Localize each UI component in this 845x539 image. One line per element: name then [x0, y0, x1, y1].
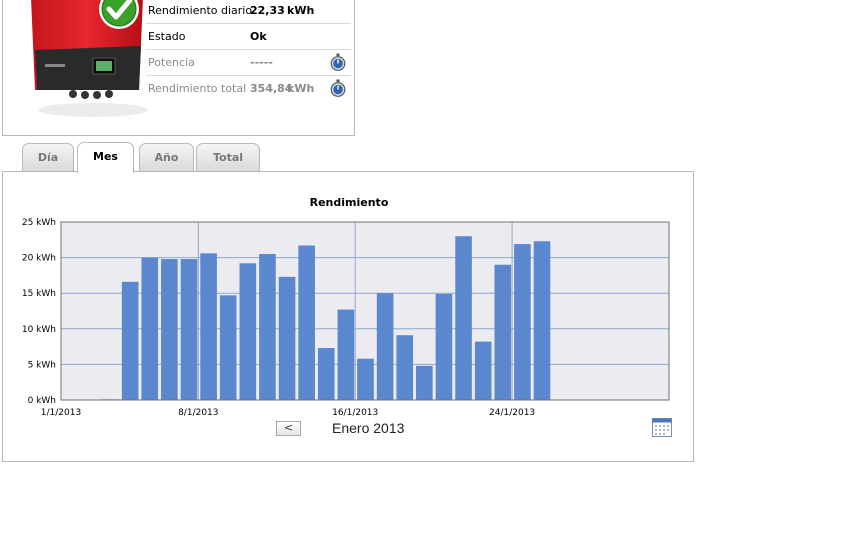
x-tick-label: 24/1/2013 [489, 408, 535, 418]
y-tick-label: 0 kWh [28, 396, 56, 406]
bar-day-17 [376, 293, 394, 400]
bar-day-13 [298, 245, 315, 400]
device-panel: Rendimiento diario 22,33 kWh Estado Ok P… [2, 0, 355, 136]
stat-label: Estado [148, 30, 186, 43]
bar-day-12 [278, 276, 296, 400]
y-tick-label: 10 kWh [22, 325, 56, 335]
tab-dia[interactable]: Día [22, 143, 74, 171]
bar-day-22 [474, 341, 492, 400]
bar-day-23 [494, 264, 512, 400]
stat-row-potencia: Potencia ----- [146, 50, 351, 76]
bar-day-14 [317, 348, 335, 400]
bar-day-21 [455, 236, 472, 400]
stat-unit: kWh [287, 82, 315, 95]
stat-label: Potencia [148, 56, 195, 69]
tab-mes[interactable]: Mes [77, 142, 134, 173]
stat-label: Rendimiento diario [148, 4, 253, 17]
y-tick-label: 5 kWh [28, 360, 56, 370]
bar-day-18 [396, 335, 414, 400]
stat-row-estado: Estado Ok [146, 24, 351, 50]
y-tick-label: 20 kWh [22, 254, 56, 264]
bar-day-15 [337, 309, 355, 400]
previous-month-button[interactable]: < [276, 421, 301, 436]
bar-day-19 [416, 365, 433, 400]
bar-day-10 [239, 263, 257, 400]
bar-day-5 [141, 257, 159, 400]
stats-table: Rendimiento diario 22,33 kWh Estado Ok P… [146, 0, 351, 101]
stat-row-rendimiento-diario: Rendimiento diario 22,33 kWh [146, 0, 351, 24]
stat-unit: kWh [287, 4, 315, 17]
yield-chart: Rendimiento 0 kWh 5 kWh 10 kWh 15 kWh 20 kWh 2… [22, 196, 670, 418]
bar-day-24 [514, 244, 531, 400]
bar-day-4 [121, 281, 139, 400]
tab-ano[interactable]: Año [139, 143, 194, 171]
bar-day-9 [219, 295, 237, 400]
bar-day-8 [200, 253, 217, 400]
chart-panel: Rendimiento 0 kWh 5 kWh 10 kWh 15 kWh 20 kWh 2… [2, 171, 694, 462]
x-tick-label: 16/1/2013 [332, 408, 378, 418]
stat-value: 22,33 [250, 4, 285, 17]
bar-day-11 [259, 254, 276, 400]
bar-day-20 [435, 293, 453, 400]
y-tick-label: 15 kWh [22, 289, 56, 299]
bar-day-25 [533, 241, 551, 400]
y-tick-label: 25 kWh [22, 218, 56, 228]
stat-value: ----- [250, 56, 273, 69]
bar-day-7 [180, 259, 198, 400]
month-label: Enero 2013 [332, 420, 405, 436]
x-tick-label: 1/1/2013 [41, 408, 81, 418]
chart-title: Rendimiento [310, 196, 389, 209]
stat-value: Ok [250, 30, 267, 43]
stopwatch-icon[interactable] [329, 79, 347, 97]
bar-day-16 [357, 358, 374, 400]
calendar-icon[interactable] [652, 418, 672, 437]
stat-row-rendimiento-total: Rendimiento total 354,84 kWh [146, 76, 351, 101]
stopwatch-icon[interactable] [329, 53, 347, 71]
x-tick-label: 8/1/2013 [178, 408, 218, 418]
bar-day-6 [161, 259, 178, 400]
tab-total[interactable]: Total [196, 143, 260, 171]
inverter-image [31, 0, 148, 117]
stat-label: Rendimiento total [148, 82, 247, 95]
